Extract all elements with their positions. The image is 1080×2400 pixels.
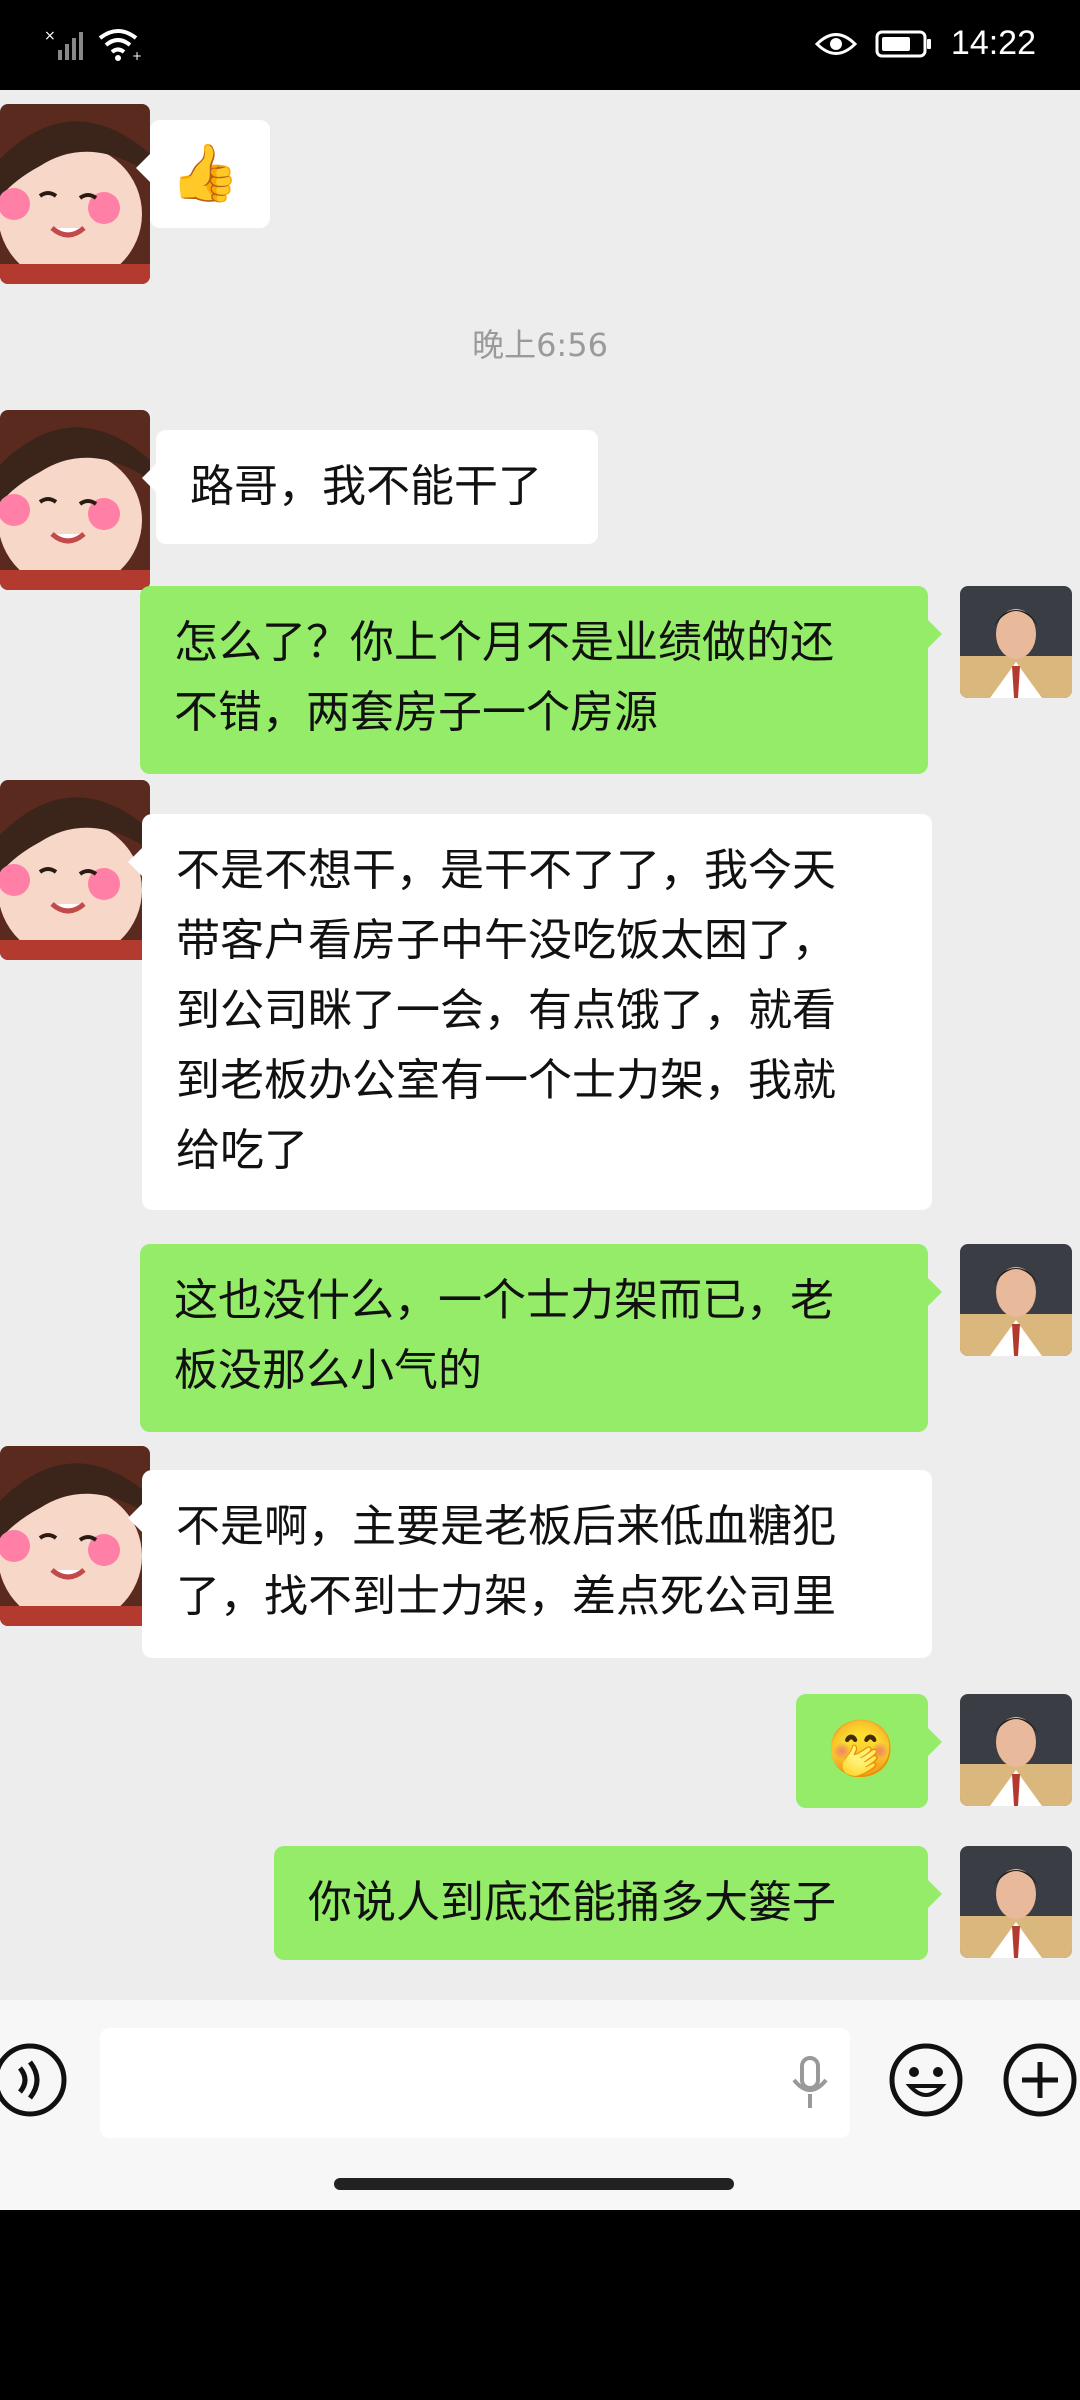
girl-avatar-image — [0, 1446, 150, 1626]
svg-text:+: + — [132, 49, 142, 62]
status-time: 14:22 — [950, 24, 1036, 62]
microphone-icon[interactable] — [790, 2056, 830, 2112]
svg-text:×: × — [44, 28, 56, 44]
message-text-line: 不是不想干，是干不了了，我今天 — [176, 845, 836, 896]
message-input[interactable] — [100, 2028, 850, 2138]
signal-off-icon: × — [44, 28, 83, 60]
emoji-icon[interactable] — [886, 2040, 966, 2120]
message-thumbs-up[interactable]: 👍 — [136, 120, 270, 228]
bottom-letterbox — [0, 2210, 1080, 2400]
avatar-me[interactable] — [960, 1694, 1072, 1806]
add-icon[interactable] — [1000, 2040, 1080, 2120]
message-outgoing[interactable]: 你说人到底还能捅多大篓子 — [274, 1846, 942, 1960]
input-bar — [0, 2000, 1080, 2210]
battery-icon — [875, 30, 931, 57]
message-text-line: 这也没什么，一个士力架而已，老 — [174, 1275, 834, 1326]
message-text-line: 带客户看房子中午没吃饭太困了， — [176, 915, 836, 966]
avatar-contact[interactable] — [0, 104, 150, 284]
message-outgoing-emoji[interactable]: 🤭 — [796, 1694, 942, 1808]
message-incoming[interactable]: 不是不想干，是干不了了，我今天 带客户看房子中午没吃饭太困了， 到公司眯了一会，… — [128, 814, 932, 1210]
message-text-line: 怎么了？你上个月不是业绩做的还 — [174, 617, 834, 668]
eye-icon — [814, 32, 857, 55]
thumbs-up-icon: 👍 — [170, 141, 240, 206]
message-text: 你说人到底还能捅多大篓子 — [308, 1877, 836, 1928]
message-timestamp: 晚上6:56 — [472, 326, 608, 364]
man-avatar-image — [960, 586, 1072, 698]
chat-area[interactable]: 👍 晚上6:56 路哥，我不能干了 怎么了？你上个月不是业绩做的还 不错，两套房… — [0, 90, 1080, 2000]
message-text-line: 板没那么小气的 — [174, 1345, 482, 1396]
home-indicator[interactable] — [334, 2178, 734, 2190]
message-outgoing[interactable]: 怎么了？你上个月不是业绩做的还 不错，两套房子一个房源 — [140, 586, 942, 774]
message-incoming[interactable]: 路哥，我不能干了 — [142, 430, 598, 544]
message-text-line: 到公司眯了一会，有点饿了，就看 — [176, 985, 836, 1036]
message-text: 路哥，我不能干了 — [190, 461, 542, 512]
message-text-line: 不错，两套房子一个房源 — [174, 687, 658, 738]
voice-mode-icon[interactable] — [0, 2040, 70, 2120]
message-text-line: 了，找不到士力架，差点死公司里 — [176, 1571, 836, 1622]
message-outgoing[interactable]: 这也没什么，一个士力架而已，老 板没那么小气的 — [140, 1244, 942, 1432]
status-bar: × + 14:22 — [0, 0, 1080, 90]
girl-avatar-image — [0, 104, 150, 284]
message-text-line: 不是啊，主要是老板后来低血糖犯 — [176, 1501, 836, 1552]
girl-avatar-image — [0, 410, 150, 590]
avatar-contact[interactable] — [0, 410, 150, 590]
man-avatar-image — [960, 1694, 1072, 1806]
wifi-icon: + — [98, 29, 142, 62]
message-incoming[interactable]: 不是啊，主要是老板后来低血糖犯 了，找不到士力架，差点死公司里 — [128, 1470, 932, 1658]
message-text-line: 到老板办公室有一个士力架，我就 — [176, 1055, 836, 1106]
avatar-me[interactable] — [960, 586, 1072, 698]
avatar-me[interactable] — [960, 1846, 1072, 1958]
man-avatar-image — [960, 1244, 1072, 1356]
message-text-line: 给吃了 — [176, 1125, 308, 1176]
avatar-contact[interactable] — [0, 1446, 150, 1626]
hand-over-mouth-emoji-icon: 🤭 — [826, 1717, 896, 1782]
man-avatar-image — [960, 1846, 1072, 1958]
avatar-me[interactable] — [960, 1244, 1072, 1356]
